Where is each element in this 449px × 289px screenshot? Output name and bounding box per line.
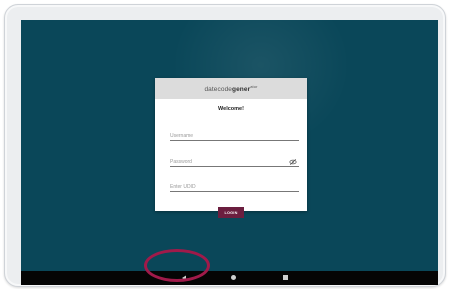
password-placeholder: Password — [170, 159, 192, 165]
app-logo: datecodegenerator — [204, 83, 258, 94]
tablet-frame: datecodegenerator Welcome! Username Pass… — [4, 4, 446, 287]
password-field[interactable]: Password — [170, 156, 299, 167]
welcome-heading: Welcome! — [218, 106, 244, 112]
eye-off-icon[interactable] — [289, 158, 297, 166]
login-card: datecodegenerator Welcome! Username Pass… — [155, 78, 307, 218]
username-field[interactable]: Username — [170, 130, 299, 141]
username-placeholder: Username — [170, 133, 194, 139]
android-navbar — [21, 271, 438, 285]
square-recents-icon[interactable] — [283, 275, 288, 280]
tablet-screen: datecodegenerator Welcome! Username Pass… — [21, 20, 438, 285]
udid-placeholder: Enter UDID — [170, 184, 196, 190]
login-button[interactable]: LOGIN — [218, 207, 244, 218]
circle-home-icon[interactable] — [231, 275, 236, 280]
card-header: datecodegenerator — [155, 78, 307, 99]
back-button-highlight-ring — [144, 249, 210, 282]
udid-field[interactable]: Enter UDID — [170, 181, 299, 192]
